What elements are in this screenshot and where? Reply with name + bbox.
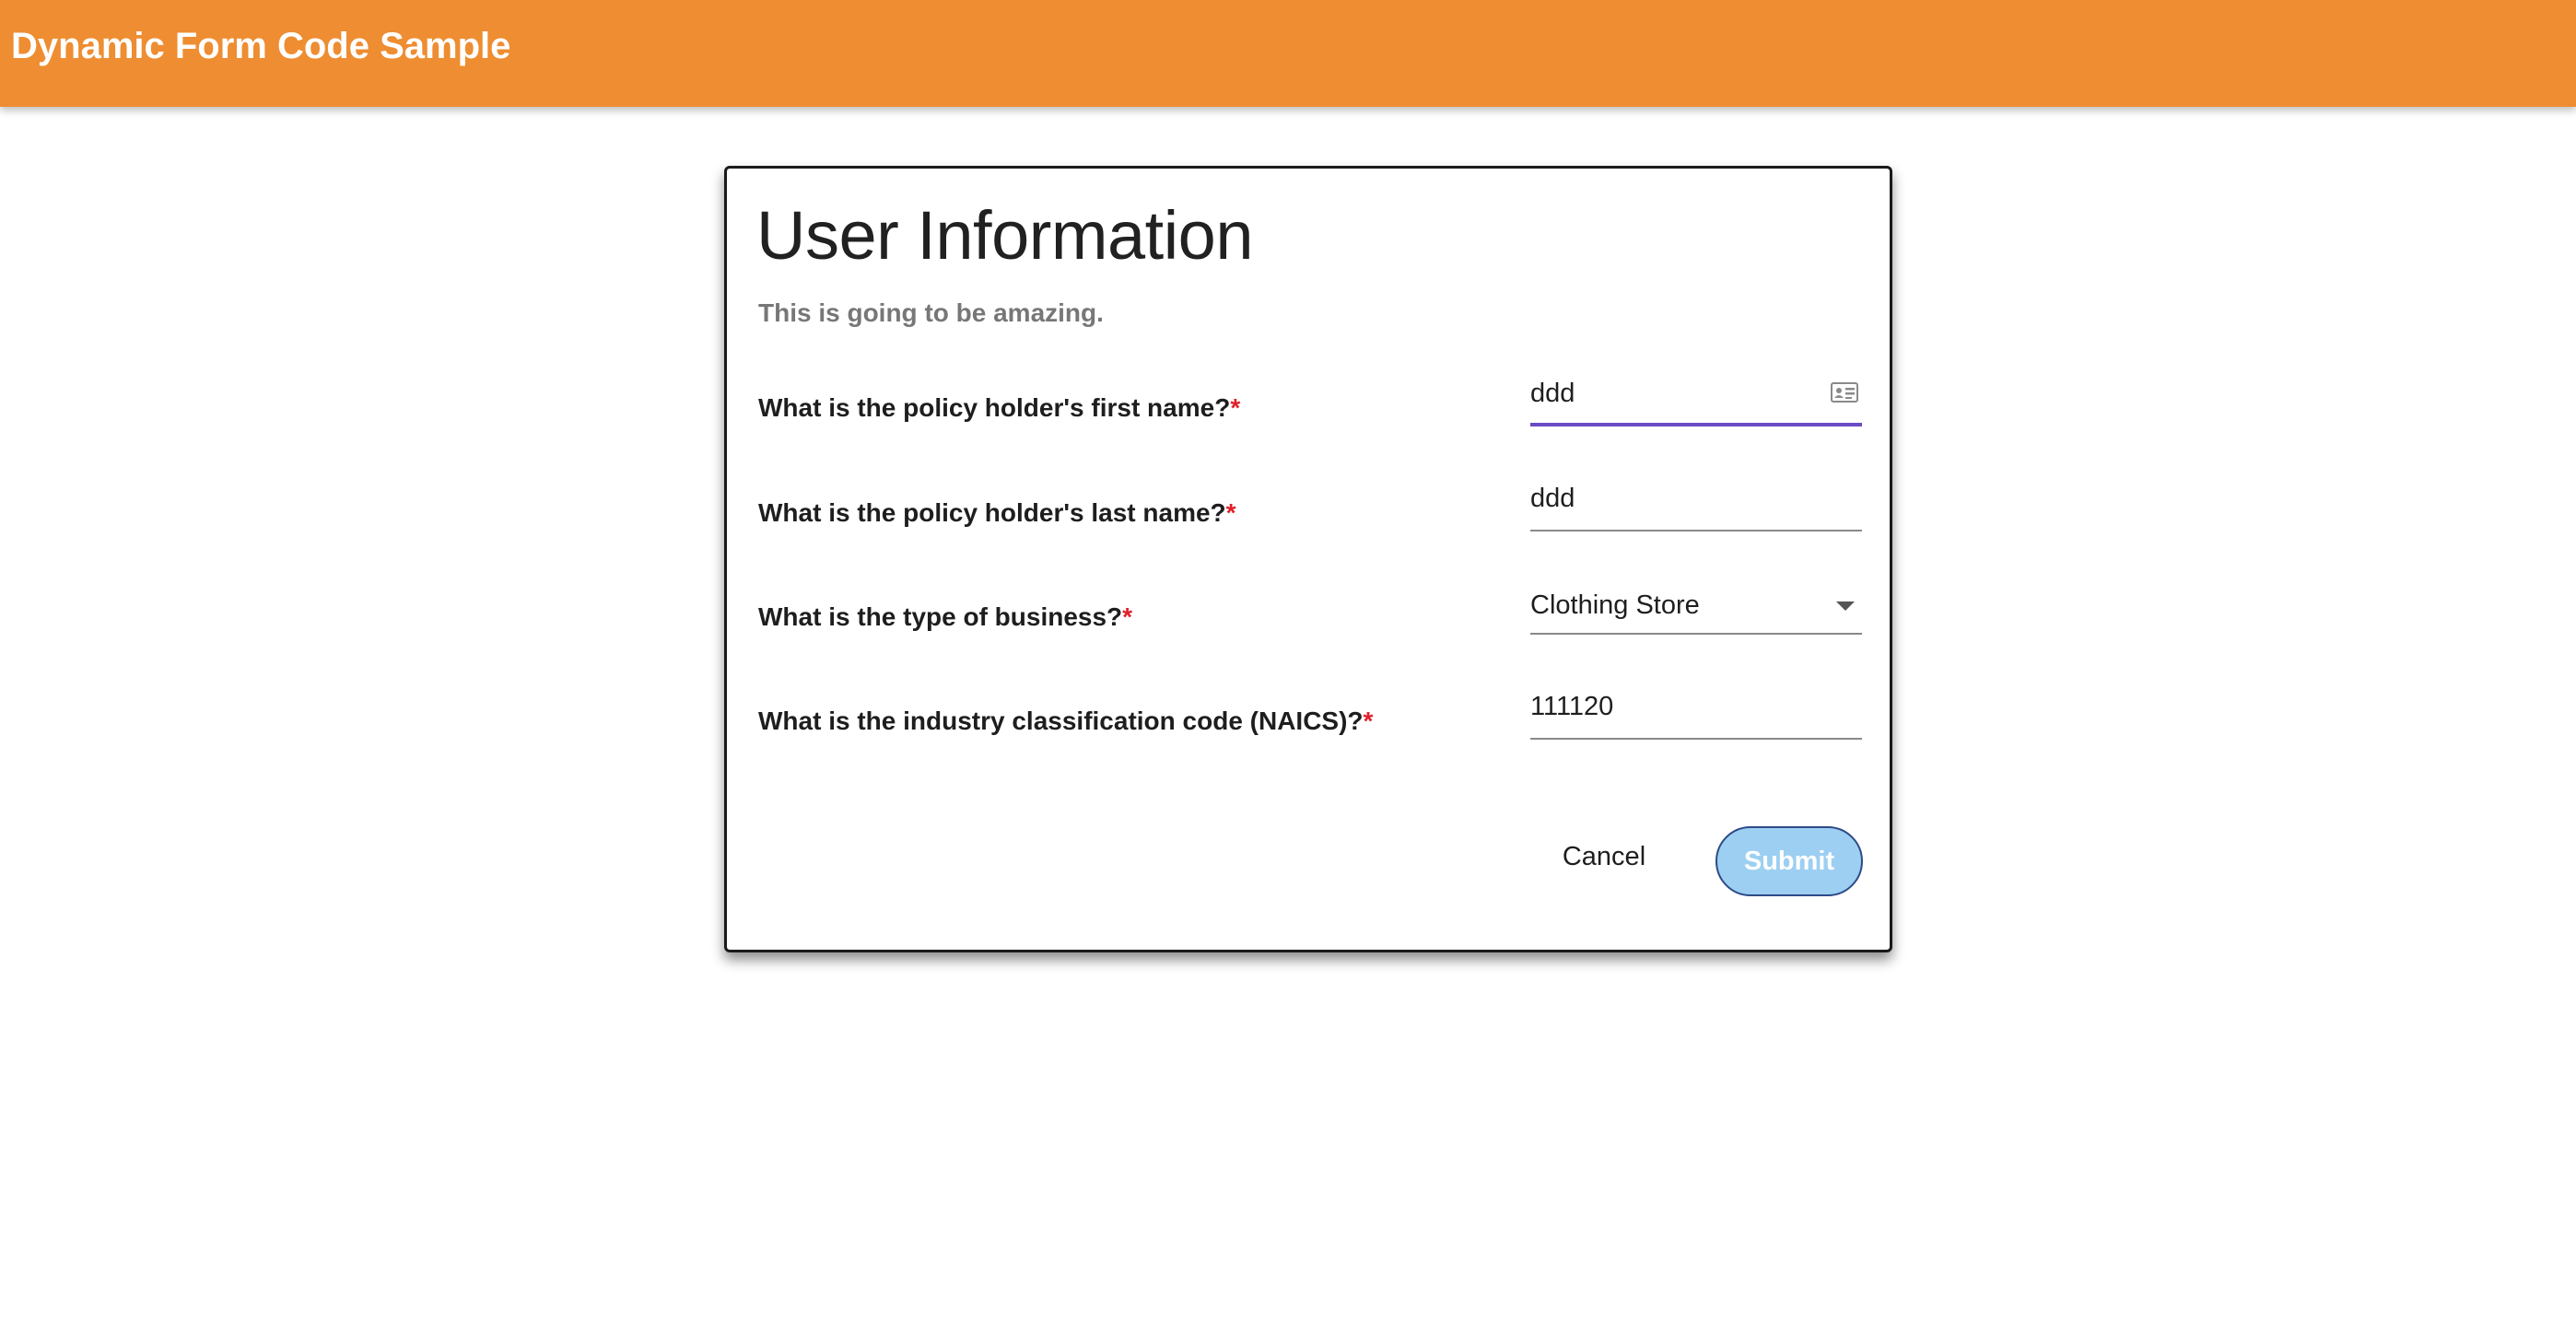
business-type-label: What is the type of business?* bbox=[758, 602, 1133, 631]
last-name-label: What is the policy holder's last name?* bbox=[758, 498, 1236, 527]
app-title: Dynamic Form Code Sample bbox=[11, 26, 511, 66]
business-type-value: Clothing Store bbox=[1530, 590, 1700, 620]
naics-code-field[interactable] bbox=[1530, 686, 1862, 740]
form-title: User Information bbox=[756, 197, 1253, 274]
last-name-input[interactable] bbox=[1530, 484, 1807, 514]
contact-card-icon[interactable] bbox=[1831, 382, 1858, 403]
first-name-label: What is the policy holder's first name?* bbox=[758, 393, 1241, 422]
last-name-field[interactable] bbox=[1530, 478, 1862, 531]
required-marker: * bbox=[1363, 707, 1374, 735]
form-subtitle: This is going to be amazing. bbox=[758, 298, 1104, 327]
cancel-button[interactable]: Cancel bbox=[1556, 834, 1652, 880]
required-marker: * bbox=[1225, 498, 1236, 527]
naics-code-input[interactable] bbox=[1530, 692, 1807, 722]
user-information-card: User Information This is going to be ama… bbox=[724, 166, 1892, 952]
chevron-down-icon[interactable] bbox=[1836, 601, 1855, 611]
required-marker: * bbox=[1230, 393, 1241, 422]
first-name-field[interactable] bbox=[1530, 373, 1862, 426]
naics-code-label: What is the industry classification code… bbox=[758, 707, 1374, 735]
app-header: Dynamic Form Code Sample bbox=[0, 0, 2576, 107]
required-marker: * bbox=[1122, 602, 1133, 631]
business-type-select[interactable]: Clothing Store bbox=[1530, 581, 1862, 635]
submit-button[interactable]: Submit bbox=[1715, 826, 1863, 896]
first-name-input[interactable] bbox=[1530, 379, 1807, 409]
